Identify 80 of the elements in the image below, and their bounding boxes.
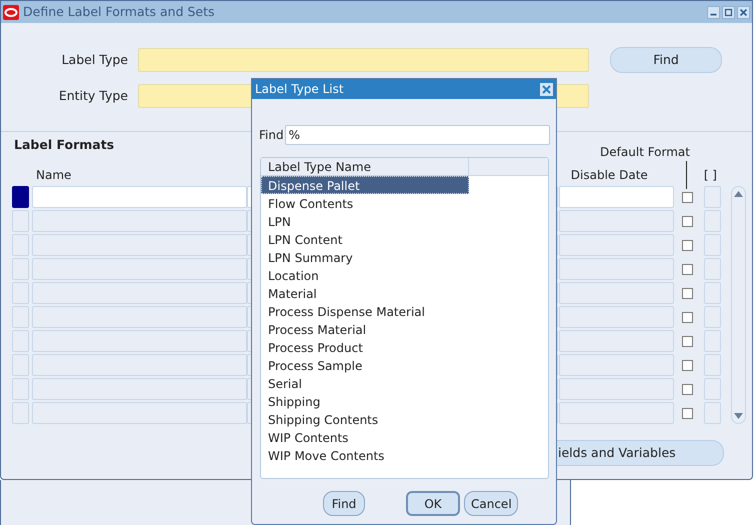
- window-title: Define Label Formats and Sets: [23, 2, 216, 21]
- table-cell[interactable]: [559, 186, 674, 208]
- find-button[interactable]: Find: [610, 47, 722, 73]
- list-item[interactable]: LPN Content: [261, 230, 469, 248]
- table-cell[interactable]: [559, 210, 674, 232]
- table-cell[interactable]: [559, 354, 674, 376]
- find-field[interactable]: %: [284, 125, 550, 145]
- input-field[interactable]: [138, 48, 589, 72]
- checkbox[interactable]: [682, 240, 693, 250]
- scroll-down-icon[interactable]: [734, 413, 743, 419]
- list-item[interactable]: Process Dispense Material: [261, 302, 469, 320]
- field-label: Label Type: [60, 50, 128, 69]
- column-header: [ ]: [704, 167, 717, 184]
- table-cell[interactable]: [559, 378, 674, 400]
- field-label: Entity Type: [58, 86, 128, 105]
- table-cell[interactable]: [559, 258, 674, 280]
- table-cell[interactable]: [704, 282, 721, 304]
- list-item[interactable]: Flow Contents: [261, 194, 469, 212]
- list-item[interactable]: Process Sample: [261, 356, 469, 374]
- find-label: Find: [259, 127, 284, 144]
- checkbox[interactable]: [682, 408, 693, 418]
- maximize-icon[interactable]: [722, 6, 735, 18]
- table-cell[interactable]: [32, 186, 247, 208]
- table-cell[interactable]: [704, 378, 721, 400]
- checkbox[interactable]: [682, 336, 693, 346]
- list-item[interactable]: Material: [261, 284, 469, 302]
- table-cell[interactable]: [32, 330, 247, 352]
- table-cell[interactable]: [559, 282, 674, 304]
- table-cell[interactable]: [704, 402, 721, 424]
- table-cell[interactable]: [559, 402, 674, 424]
- list-item[interactable]: Shipping Contents: [261, 410, 469, 428]
- scrollbar[interactable]: [731, 186, 746, 424]
- list-item[interactable]: Dispense Pallet: [261, 176, 469, 194]
- oracle-logo-icon: [3, 4, 19, 20]
- table-cell[interactable]: [32, 402, 247, 424]
- column-header: Label Type Name: [261, 158, 469, 175]
- checkbox[interactable]: [682, 216, 693, 226]
- table-cell[interactable]: [32, 282, 247, 304]
- dialog-button[interactable]: Find: [323, 491, 365, 516]
- column-header: Name: [36, 167, 72, 184]
- list-item[interactable]: Location: [261, 266, 469, 284]
- section-title: Label Formats: [14, 136, 114, 154]
- checkbox[interactable]: [682, 288, 693, 298]
- table-cell[interactable]: [704, 330, 721, 352]
- table-cell[interactable]: [559, 234, 674, 256]
- checkbox[interactable]: [682, 192, 693, 202]
- table-cell[interactable]: [704, 234, 721, 256]
- close-icon[interactable]: [737, 6, 750, 18]
- table-cell[interactable]: [559, 306, 674, 328]
- table-cell[interactable]: [704, 354, 721, 376]
- checkbox[interactable]: [682, 264, 693, 274]
- close-icon[interactable]: [540, 82, 553, 96]
- table-cell[interactable]: [32, 234, 247, 256]
- table-cell[interactable]: [32, 210, 247, 232]
- list-item[interactable]: LPN: [261, 212, 469, 230]
- list-item[interactable]: Process Product: [261, 338, 469, 356]
- table-cell[interactable]: [704, 306, 721, 328]
- list-item[interactable]: Process Material: [261, 320, 469, 338]
- dialog-title: Label Type List: [255, 81, 344, 98]
- column-header: Default Format: [600, 144, 690, 161]
- table-cell[interactable]: [704, 210, 721, 232]
- table-cell[interactable]: [32, 306, 247, 328]
- dialog-button[interactable]: OK: [406, 491, 460, 516]
- table-cell[interactable]: [559, 330, 674, 352]
- list-item[interactable]: Serial: [261, 374, 469, 392]
- table-cell[interactable]: [32, 378, 247, 400]
- table-cell[interactable]: [704, 258, 721, 280]
- dialog-button[interactable]: Cancel: [464, 491, 518, 516]
- table-cell[interactable]: [704, 186, 721, 208]
- list-item[interactable]: LPN Summary: [261, 248, 469, 266]
- minimize-icon[interactable]: [707, 6, 720, 18]
- column-header: Disable Date: [570, 167, 648, 184]
- record-indicator[interactable]: [12, 186, 29, 208]
- checkbox[interactable]: [682, 384, 693, 394]
- table-cell[interactable]: [32, 258, 247, 280]
- table-cell[interactable]: [32, 354, 247, 376]
- scroll-up-icon[interactable]: [734, 191, 743, 197]
- checkbox[interactable]: [682, 360, 693, 370]
- list-item[interactable]: Shipping: [261, 392, 469, 410]
- checkbox[interactable]: [682, 312, 693, 322]
